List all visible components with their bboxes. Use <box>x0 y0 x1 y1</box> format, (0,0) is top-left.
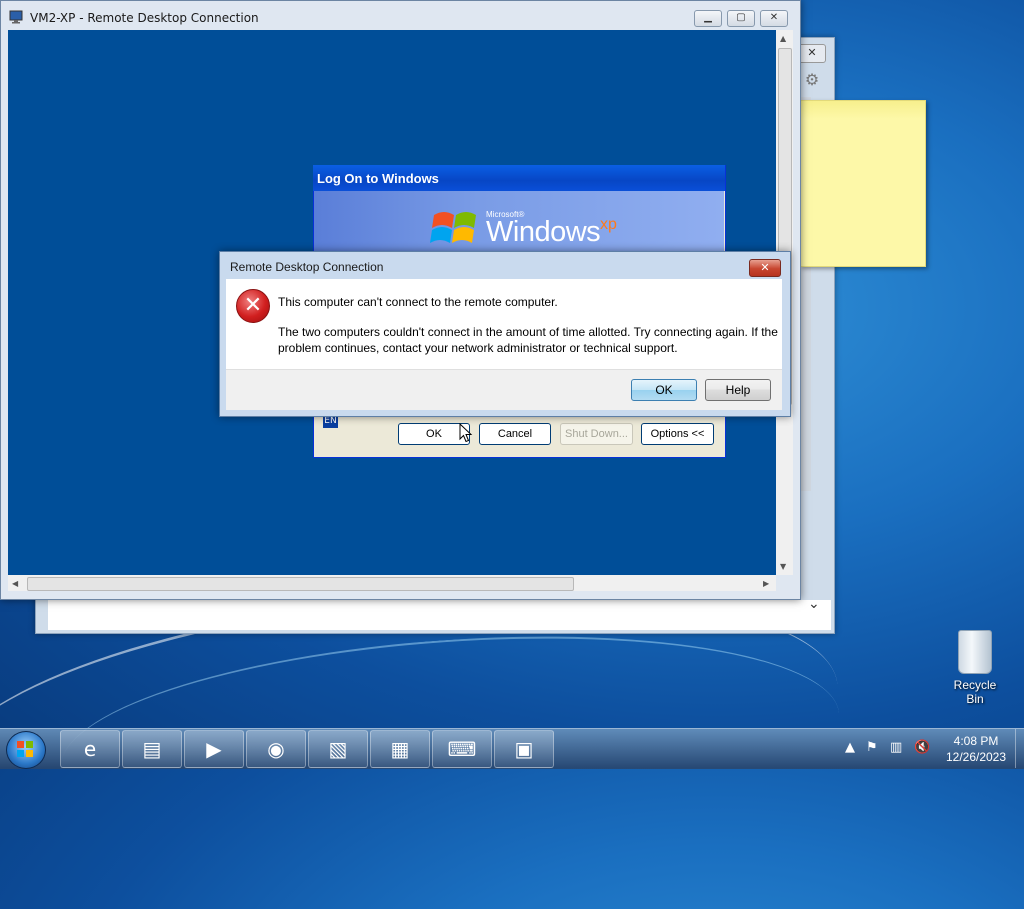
error-dialog-footer <box>226 369 782 410</box>
taskbar-media-player[interactable]: ▶ <box>184 730 244 768</box>
maximize-button[interactable]: ▢ <box>727 10 755 27</box>
recycle-bin-icon <box>958 630 992 674</box>
xp-cancel-button[interactable]: Cancel <box>479 423 551 445</box>
scroll-left-arrow[interactable]: ◀ <box>12 579 18 588</box>
recycle-bin-desktop-icon[interactable]: Recycle Bin <box>944 630 1006 706</box>
scroll-down-arrow[interactable]: ▼ <box>780 562 786 571</box>
taskbar-clock[interactable]: 4:08 PM 12/26/2023 <box>940 733 1012 765</box>
tray-overflow-arrow[interactable]: ▲ <box>845 740 855 755</box>
horizontal-scroll-thumb[interactable] <box>27 577 574 591</box>
taskbar-keyboard-app[interactable]: ⌨ <box>432 730 492 768</box>
close-button[interactable]: ✕ <box>760 10 788 27</box>
xp-options-button[interactable]: Options << <box>641 423 714 445</box>
error-dialog-title: Remote Desktop Connection <box>230 260 384 274</box>
clock-date: 12/26/2023 <box>945 750 1007 764</box>
xp-logon-title: Log On to Windows <box>317 171 439 186</box>
error-dialog-close-button[interactable]: ✕ <box>749 259 781 277</box>
show-desktop-button[interactable] <box>1015 729 1024 768</box>
rdp-window-title: VM2-XP - Remote Desktop Connection <box>30 11 259 25</box>
gear-icon[interactable]: ⚙ <box>800 70 824 92</box>
error-main-instruction: This computer can't connect to the remot… <box>278 295 558 309</box>
xp-brand-xp: xp <box>600 216 617 233</box>
error-ok-button[interactable]: OK <box>631 379 697 401</box>
taskbar-internet-explorer[interactable]: e <box>60 730 120 768</box>
chevron-down-icon[interactable]: ⌄ <box>808 596 820 612</box>
sticky-notes-icon: ▧ <box>328 737 348 761</box>
clock-time: 4:08 PM <box>953 734 999 748</box>
minimize-button[interactable]: ▁ <box>694 10 722 27</box>
remote-desktop-icon: ▣ <box>514 737 534 761</box>
xp-brand-windows: Windows <box>486 216 601 248</box>
recycle-bin-label: Recycle Bin <box>953 678 997 706</box>
taskbar-control-panel[interactable]: ▦ <box>370 730 430 768</box>
sticky-note[interactable] <box>800 100 926 267</box>
xp-shutdown-button: Shut Down... <box>560 423 633 445</box>
windows-logo-icon <box>17 741 33 757</box>
keyboard-app-icon: ⌨ <box>447 737 477 761</box>
scroll-up-arrow[interactable]: ▲ <box>780 34 786 43</box>
action-center-icon[interactable]: ⚑ <box>866 740 878 755</box>
error-help-button[interactable]: Help <box>705 379 771 401</box>
background-window-close-button[interactable]: ✕ <box>798 44 826 63</box>
remote-desktop-icon <box>9 10 23 24</box>
control-panel-icon: ▦ <box>390 737 410 761</box>
taskbar-remote-desktop[interactable]: ▣ <box>494 730 554 768</box>
taskbar-file-explorer[interactable]: ▤ <box>122 730 182 768</box>
windows-flag-logo <box>430 212 476 243</box>
chrome-icon: ◉ <box>267 737 285 761</box>
scroll-right-arrow[interactable]: ▶ <box>763 579 769 588</box>
background-window-panel <box>48 600 831 630</box>
mouse-cursor-icon <box>459 423 473 443</box>
file-explorer-icon: ▤ <box>142 737 162 761</box>
network-icon[interactable]: ▥ <box>890 740 902 755</box>
taskbar-chrome[interactable]: ◉ <box>246 730 306 768</box>
internet-explorer-icon: e <box>83 737 97 761</box>
error-detail-text: The two computers couldn't connect in th… <box>278 325 778 355</box>
volume-muted-icon[interactable]: 🔇 <box>914 740 930 755</box>
media-player-icon: ▶ <box>206 737 222 761</box>
error-icon: ✕ <box>236 289 270 323</box>
taskbar-sticky-notes[interactable]: ▧ <box>308 730 368 768</box>
